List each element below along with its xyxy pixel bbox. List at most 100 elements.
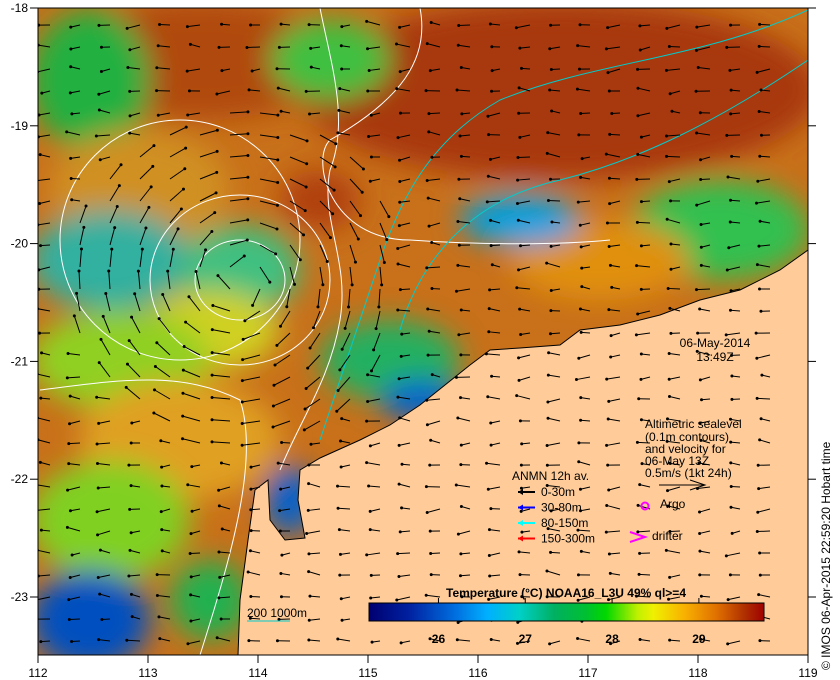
velocity-arrowhead — [609, 355, 613, 359]
velocity-arrowhead — [758, 573, 762, 577]
velocity-arrowhead — [304, 386, 308, 390]
velocity-arrowhead — [694, 288, 698, 292]
velocity-arrowhead — [97, 361, 101, 365]
anmn-legend-label: 30-80m — [541, 501, 582, 515]
velocity-arrowhead — [124, 385, 128, 389]
velocity-arrowhead — [307, 570, 311, 574]
velocity-arrowhead — [664, 548, 668, 552]
velocity-arrowhead — [128, 548, 132, 552]
velocity-arrowhead — [374, 327, 378, 331]
velocity-arrowhead — [240, 443, 244, 447]
velocity-arrowhead — [276, 113, 280, 117]
velocity-arrowhead — [251, 303, 255, 307]
velocity-arrowhead — [696, 331, 700, 335]
velocity-arrowhead — [605, 221, 609, 225]
velocity-arrowhead — [210, 229, 214, 233]
velocity-arrowhead — [694, 48, 698, 52]
velocity-arrowhead — [158, 22, 162, 26]
velocity-arrowhead — [759, 133, 763, 137]
velocity-arrowhead — [698, 510, 702, 514]
velocity-arrowhead — [38, 460, 42, 464]
velocity-arrowhead — [160, 528, 164, 532]
velocity-arrowhead — [459, 552, 463, 556]
velocity-arrowhead — [639, 418, 643, 422]
velocity-arrowhead — [518, 46, 522, 50]
velocity-arrowhead — [729, 198, 733, 202]
velocity-arrowhead — [271, 425, 275, 429]
velocity-arrowhead — [398, 111, 402, 115]
velocity-arrowhead — [67, 618, 71, 622]
bathymetry-label: 200 1000m — [247, 606, 307, 620]
velocity-arrowhead — [157, 615, 161, 619]
velocity-arrowhead — [307, 552, 311, 556]
velocity-arrowhead — [126, 65, 130, 69]
velocity-arrowhead — [728, 220, 732, 224]
velocity-arrowhead — [577, 441, 581, 445]
sst-field — [35, 8, 808, 655]
note-line: Altimetric sealevel — [645, 417, 742, 431]
velocity-arrowhead — [298, 258, 302, 262]
velocity-arrowhead — [347, 305, 351, 309]
velocity-arrowhead — [605, 443, 609, 447]
velocity-arrowhead — [514, 26, 518, 30]
velocity-arrowhead — [698, 531, 702, 535]
velocity-arrowhead — [668, 395, 672, 399]
velocity-arrowhead — [217, 504, 221, 508]
velocity-arrowhead — [272, 383, 276, 387]
velocity-arrowhead — [220, 22, 224, 26]
velocity-arrowhead — [99, 337, 103, 341]
velocity-arrowhead — [425, 510, 429, 514]
lat-tick-label: -23 — [11, 590, 29, 604]
velocity-arrowhead — [730, 397, 734, 401]
velocity-arrowhead — [397, 574, 401, 578]
velocity-arrowhead — [758, 219, 762, 223]
velocity-arrow — [548, 199, 561, 202]
velocity-arrowhead — [39, 396, 43, 400]
velocity-arrowhead — [670, 109, 674, 113]
velocity-arrowhead — [487, 133, 491, 137]
velocity-arrow — [639, 573, 651, 576]
velocity-arrowhead — [548, 642, 552, 646]
velocity-arrowhead — [396, 552, 400, 556]
velocity-arrowhead — [488, 157, 492, 161]
velocity-arrowhead — [425, 423, 429, 427]
velocity-arrowhead — [35, 179, 38, 182]
velocity-arrowhead — [246, 197, 250, 201]
velocity-arrowhead — [181, 437, 185, 441]
velocity-arrowhead — [754, 201, 758, 205]
velocity-arrowhead — [340, 347, 344, 351]
velocity-arrowhead — [125, 362, 129, 366]
colorbar — [368, 602, 765, 622]
velocity-arrowhead — [517, 268, 521, 272]
velocity-arrowhead — [757, 487, 761, 491]
velocity-arrowhead — [490, 89, 494, 93]
velocity-arrow — [637, 221, 651, 224]
velocity-arrowhead — [343, 326, 347, 330]
velocity-arrowhead — [668, 575, 672, 579]
velocity-arrowhead — [95, 395, 99, 399]
lon-tick-label: 113 — [138, 666, 157, 680]
velocity-arrowhead — [182, 345, 186, 349]
velocity-arrowhead — [101, 314, 105, 318]
velocity-arrowhead — [140, 247, 144, 251]
velocity-arrowhead — [368, 528, 372, 532]
velocity-arrowhead — [695, 203, 699, 207]
velocity-arrowhead — [161, 293, 165, 297]
velocity-arrowhead — [94, 134, 98, 138]
velocity-arrowhead — [220, 527, 224, 531]
velocity-arrowhead — [398, 179, 402, 183]
velocity-arrow — [757, 397, 771, 400]
velocity-arrowhead — [278, 509, 282, 513]
velocity-arrowhead — [459, 463, 463, 467]
velocity-arrowhead — [149, 185, 153, 189]
velocity-arrowhead — [125, 26, 129, 30]
velocity-arrowhead — [576, 44, 580, 48]
velocity-arrowhead — [666, 489, 670, 493]
velocity-arrowhead — [635, 177, 639, 181]
lat-tick-label: -19 — [11, 119, 29, 133]
velocity-arrowhead — [400, 506, 404, 510]
date-label: 06-May-2014 — [680, 336, 751, 350]
velocity-arrowhead — [369, 596, 373, 600]
velocity-arrowhead — [307, 463, 311, 467]
velocity-arrowhead — [430, 155, 434, 159]
